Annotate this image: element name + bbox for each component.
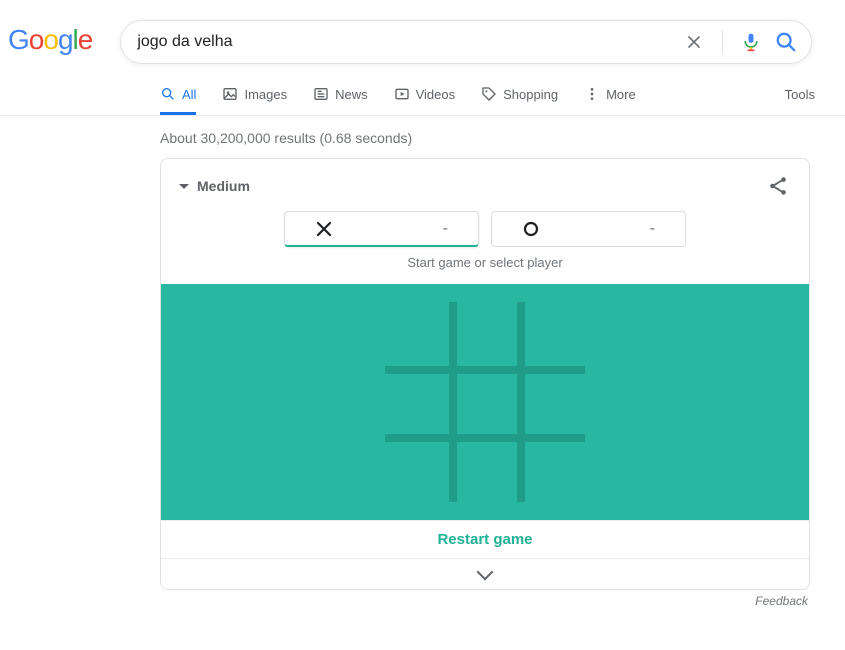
tools-button[interactable]: Tools [785, 87, 815, 114]
cell-2-0[interactable] [385, 435, 452, 502]
mic-icon[interactable] [741, 31, 761, 53]
difficulty-label: Medium [197, 178, 250, 194]
score-o: - [650, 220, 655, 238]
cell-1-0[interactable] [385, 369, 452, 436]
tab-label: Shopping [503, 87, 558, 102]
tab-videos[interactable]: Videos [394, 86, 456, 115]
score-x: - [443, 220, 448, 238]
tag-icon [481, 86, 497, 102]
feedback-link[interactable]: Feedback [160, 590, 810, 608]
player-x-selector[interactable]: - [284, 211, 479, 247]
cell-1-1[interactable] [452, 369, 519, 436]
o-icon [522, 220, 540, 238]
share-icon[interactable] [767, 175, 789, 197]
x-icon [315, 220, 333, 238]
search-input[interactable] [135, 32, 684, 52]
tab-all[interactable]: All [160, 86, 196, 115]
search-box [120, 20, 812, 64]
result-stats: About 30,200,000 results (0.68 seconds) [0, 116, 845, 152]
video-icon [394, 86, 410, 102]
tab-news[interactable]: News [313, 86, 368, 115]
board-area [161, 284, 809, 520]
game-status: Start game or select player [161, 249, 809, 284]
cell-2-2[interactable] [518, 435, 585, 502]
caret-down-icon [179, 184, 189, 189]
tab-label: More [606, 87, 636, 102]
tab-label: Images [244, 87, 287, 102]
cell-1-2[interactable] [518, 369, 585, 436]
tab-shopping[interactable]: Shopping [481, 86, 558, 115]
cell-0-1[interactable] [452, 302, 519, 369]
news-icon [313, 86, 329, 102]
image-icon [222, 86, 238, 102]
tab-more[interactable]: More [584, 86, 636, 115]
more-icon [584, 86, 600, 102]
difficulty-selector[interactable]: Medium [179, 178, 250, 194]
cell-0-2[interactable] [518, 302, 585, 369]
cell-0-0[interactable] [385, 302, 452, 369]
chevron-down-icon [477, 564, 494, 581]
divider [722, 30, 723, 54]
google-logo[interactable]: Google [8, 24, 92, 56]
search-small-icon [160, 86, 176, 102]
search-icon[interactable] [775, 31, 797, 53]
restart-button[interactable]: Restart game [437, 531, 532, 548]
clear-icon[interactable] [684, 32, 704, 52]
tab-label: Videos [416, 87, 456, 102]
game-board [385, 302, 585, 502]
cell-2-1[interactable] [452, 435, 519, 502]
tab-images[interactable]: Images [222, 86, 287, 115]
tab-label: News [335, 87, 368, 102]
player-o-selector[interactable]: - [491, 211, 686, 247]
tictactoe-card: Medium - - Start game or select pla [160, 158, 810, 590]
tab-label: All [182, 87, 196, 102]
expand-toggle[interactable] [161, 558, 809, 589]
